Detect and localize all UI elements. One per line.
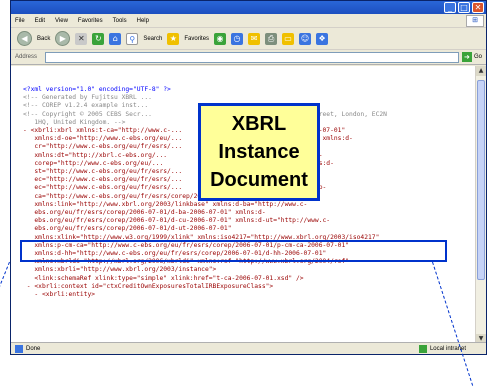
print-icon[interactable]: ⎙ (265, 32, 278, 45)
back-button[interactable]: ◀ (17, 31, 32, 46)
xml-line: ebs.org/eu/fr/esrs/corep/2006-07-01/d-cu… (23, 217, 331, 225)
callout-line-3: Document (210, 169, 308, 191)
messenger-icon[interactable]: ☺ (299, 32, 312, 45)
xml-line: - <xbrli:context id="ctxCreditOwnExposur… (23, 282, 274, 290)
search-icon[interactable]: ⚲ (126, 32, 139, 45)
folder-icon[interactable]: ▭ (282, 32, 295, 45)
address-label: Address (15, 54, 38, 60)
xml-line: xmlns:xbrli="http://www.xbrl.org/2003/in… (23, 266, 217, 274)
xml-line: ebs.org/eu/fr/esrs/corep/2006-07-01/d-ba… (23, 209, 266, 217)
scroll-up-icon[interactable]: ▲ (476, 66, 486, 76)
callout-line-2: Instance (218, 141, 300, 163)
maximize-button[interactable]: □ (458, 2, 470, 13)
refresh-icon[interactable]: ↻ (92, 32, 105, 45)
windows-logo-icon: ⊞ (466, 14, 484, 27)
xml-line: <link:schemaRef xlink:type="simple" xlin… (23, 274, 304, 282)
menu-help[interactable]: Help (137, 18, 149, 24)
callout-line-1: XBRL (231, 113, 287, 135)
menu-favorites[interactable]: Favorites (78, 18, 103, 24)
go-arrow-icon: ➜ (461, 52, 472, 62)
xml-line: <?xml version="1.0" encoding="UTF-8" ?> (23, 86, 171, 93)
go-button[interactable]: ➜ Go (461, 52, 482, 62)
menu-edit[interactable]: Edit (35, 18, 45, 24)
back-label: Back (37, 35, 51, 42)
menu-bar: File Edit View Favorites Tools Help ⊞ (11, 14, 486, 28)
close-button[interactable]: ✕ (472, 2, 484, 13)
title-bar: _ □ ✕ (11, 1, 486, 14)
forward-button[interactable]: ▶ (55, 31, 71, 46)
xml-line: xmlns:link="http://www.xbrl.org/2003/lin… (23, 200, 308, 208)
stop-icon[interactable]: ✕ (75, 32, 88, 45)
search-label[interactable]: Search (143, 36, 162, 42)
media-icon[interactable]: ◉ (214, 32, 227, 45)
menu-view[interactable]: View (55, 18, 68, 24)
address-input[interactable] (45, 51, 459, 63)
toolbar: ◀ Back ▶ ✕ ↻ ⌂ ⚲ Search ★ Favorites ◉ ◷ … (11, 28, 486, 50)
history-icon[interactable]: ◷ (231, 32, 244, 45)
favorites-star-icon[interactable]: ★ (167, 32, 180, 45)
intranet-zone-icon (418, 344, 427, 353)
page-done-icon (15, 344, 23, 353)
xml-line: <!-- Generated by Fujitsu XBRL ... (23, 94, 152, 102)
research-icon[interactable]: ❖ (316, 32, 329, 45)
vertical-scrollbar[interactable]: ▲ ▼ (475, 66, 486, 344)
xml-line: - <xbrli:entity> (23, 291, 96, 299)
status-bar: Done Local intranet (11, 342, 486, 354)
callout-line-left (0, 261, 10, 383)
status-text: Done (26, 345, 41, 352)
highlight-box (20, 240, 447, 262)
mail-icon[interactable]: ✉ (248, 32, 261, 45)
xml-line: ebs.org/eu/fr/esrs/corep/2006-07-01/d-ut… (23, 225, 232, 233)
menu-file[interactable]: File (15, 18, 25, 24)
minimize-button[interactable]: _ (444, 2, 456, 13)
go-label: Go (473, 54, 482, 60)
favorites-label[interactable]: Favorites (184, 36, 209, 42)
home-icon[interactable]: ⌂ (109, 32, 122, 45)
address-bar: Address ➜ Go (11, 50, 486, 65)
scroll-thumb[interactable] (477, 80, 485, 280)
menu-tools[interactable]: Tools (113, 18, 127, 24)
xbrl-callout: XBRL Instance Document (198, 103, 320, 201)
